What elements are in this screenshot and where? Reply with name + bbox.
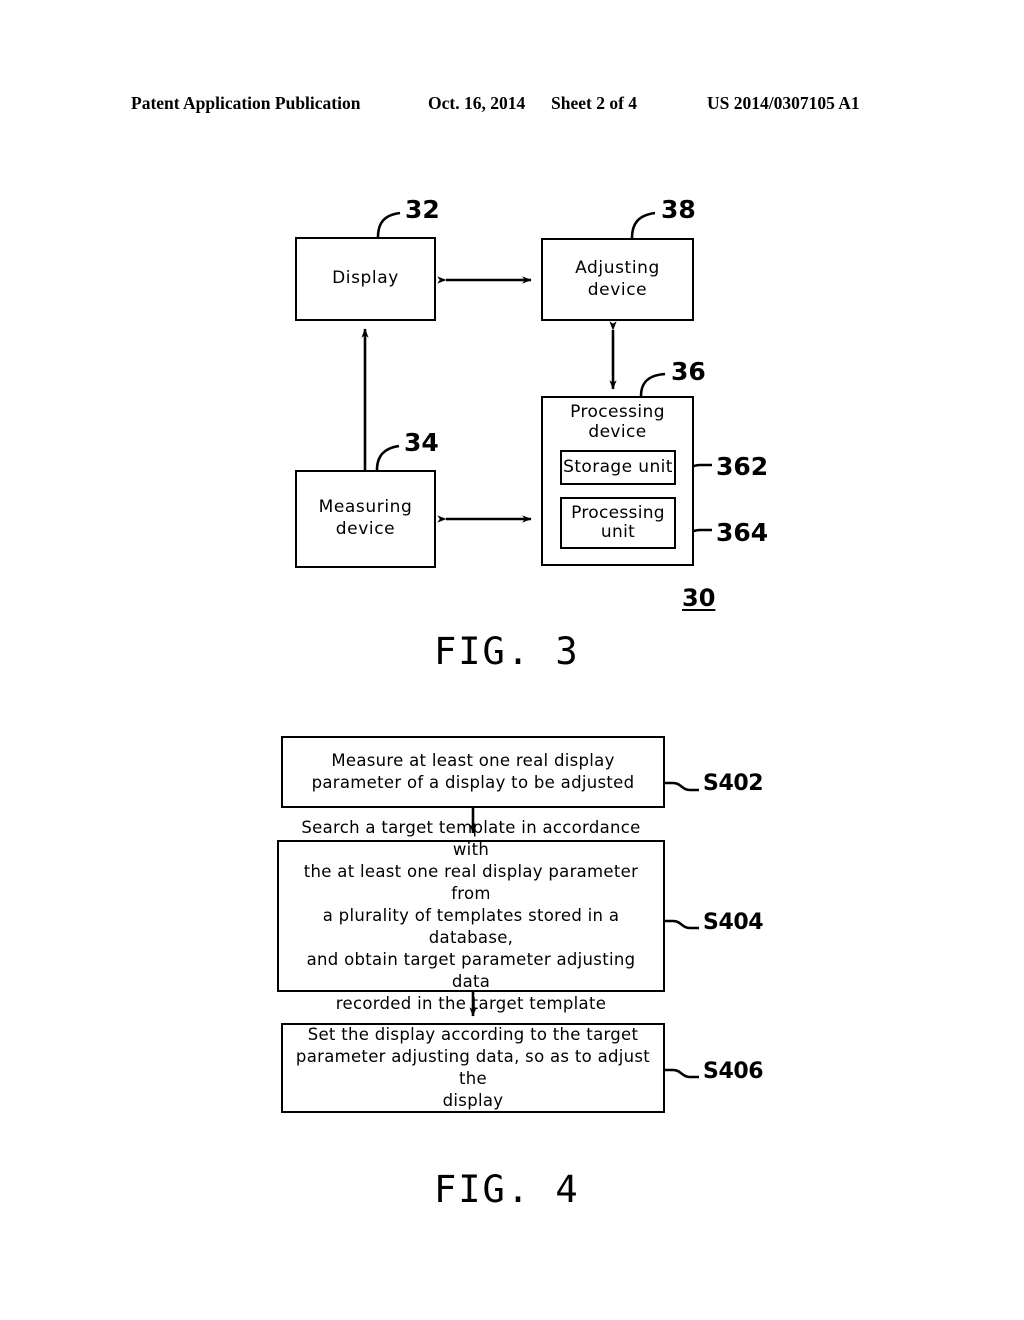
block-processing-unit: Processing unit	[560, 497, 676, 549]
step-numeral-s404: S404	[703, 910, 764, 935]
flow-step-s402-text: Measure at least one real display parame…	[311, 751, 635, 792]
block-processing-unit-label: Processing unit	[571, 502, 665, 542]
block-display-label: Display	[332, 268, 399, 289]
block-storage-unit-label: Storage unit	[563, 456, 673, 477]
figure-3-caption: FIG. 3	[434, 630, 580, 673]
block-display: Display	[295, 237, 436, 321]
flow-step-s404-text: Search a target template in accordance w…	[301, 818, 641, 1013]
flow-step-s406-text: Set the display according to the target …	[295, 1025, 651, 1110]
reference-numeral-32: 32	[405, 195, 440, 224]
reference-numeral-34: 34	[404, 428, 439, 457]
block-adjusting-device-label: Adjusting device	[575, 257, 660, 300]
block-measuring-device-label: Measuring device	[318, 497, 413, 539]
block-storage-unit: Storage unit	[560, 450, 676, 485]
reference-numeral-362: 362	[716, 452, 769, 481]
figure-4-caption: FIG. 4	[434, 1168, 580, 1211]
reference-numeral-38: 38	[661, 195, 696, 224]
flow-step-s404: Search a target template in accordance w…	[277, 818, 665, 1013]
block-adjusting-device: Adjusting device	[541, 238, 694, 321]
reference-numeral-36: 36	[671, 357, 706, 386]
reference-numeral-30: 30	[682, 584, 716, 612]
flow-step-s402: Measure at least one real display parame…	[281, 736, 665, 808]
reference-numeral-364: 364	[716, 518, 769, 547]
block-processing-device-label: Processing device	[570, 402, 665, 442]
block-measuring-device: Measuring device	[295, 470, 436, 568]
step-numeral-s406: S406	[703, 1059, 764, 1084]
flow-step-s406: Set the display according to the target …	[281, 1023, 665, 1113]
step-numeral-s402: S402	[703, 771, 764, 796]
